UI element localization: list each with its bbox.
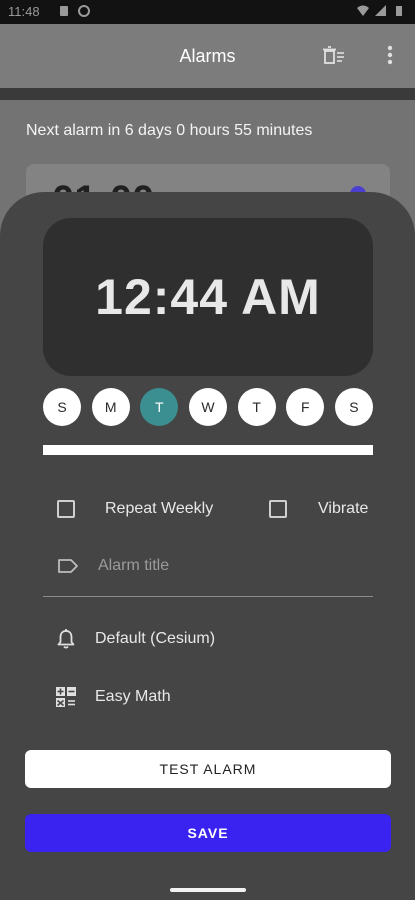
- app-title: Alarms: [179, 46, 236, 66]
- ringtone-label: Default (Cesium): [95, 630, 216, 647]
- day-monday[interactable]: M: [91, 388, 130, 426]
- status-notification-icons: [58, 5, 90, 17]
- label-tag-icon: [58, 559, 78, 573]
- gesture-nav-handle[interactable]: [170, 888, 246, 892]
- day-thursday[interactable]: T: [237, 388, 276, 426]
- day-sunday[interactable]: S: [43, 388, 81, 426]
- sim-icon: [60, 6, 68, 16]
- day-wednesday[interactable]: W: [188, 388, 227, 426]
- wifi-icon: [357, 5, 369, 16]
- alarm-editor-sheet: 12:44 AM S M T W T F S Repeat Weekly Vib…: [0, 192, 415, 900]
- vibrate-label: Vibrate: [318, 500, 369, 517]
- time-picker-display[interactable]: 12:44 AM: [43, 218, 373, 376]
- battery-icon: [396, 6, 402, 16]
- ringtone-option[interactable]: Default (Cesium): [55, 628, 215, 650]
- dismiss-method-option[interactable]: Easy Math: [55, 686, 171, 708]
- delete-sweep-icon[interactable]: [323, 46, 345, 66]
- day-saturday[interactable]: S: [334, 388, 373, 426]
- repeat-weekly-checkbox[interactable]: [57, 500, 75, 518]
- app-bar: Alarms: [0, 24, 415, 88]
- repeat-weekly-option[interactable]: Repeat Weekly: [57, 500, 213, 518]
- repeat-weekly-label: Repeat Weekly: [105, 500, 214, 517]
- day-tuesday[interactable]: T: [140, 388, 179, 426]
- vibrate-checkbox[interactable]: [269, 500, 287, 518]
- more-vert-icon[interactable]: [387, 45, 393, 65]
- status-system-icons: [357, 5, 405, 17]
- math-icon: [56, 687, 76, 707]
- day-friday[interactable]: F: [286, 388, 325, 426]
- status-bar: 11:48: [0, 0, 415, 24]
- bell-icon: [57, 629, 75, 649]
- status-time: 11:48: [8, 4, 40, 19]
- test-alarm-button[interactable]: TEST ALARM: [25, 750, 391, 788]
- alarm-title-input[interactable]: Alarm title: [98, 557, 169, 575]
- signal-icon: [375, 5, 386, 16]
- dismiss-method-label: Easy Math: [95, 688, 171, 705]
- dnd-icon: [78, 5, 90, 17]
- vibrate-option[interactable]: Vibrate: [269, 500, 368, 518]
- next-alarm-text: Next alarm in 6 days 0 hours 55 minutes: [26, 122, 313, 139]
- save-button[interactable]: SAVE: [25, 814, 391, 852]
- alarm-title-field[interactable]: Alarm title: [43, 550, 373, 597]
- divider-bar: [43, 445, 373, 455]
- weekday-selector: S M T W T F S: [43, 388, 373, 428]
